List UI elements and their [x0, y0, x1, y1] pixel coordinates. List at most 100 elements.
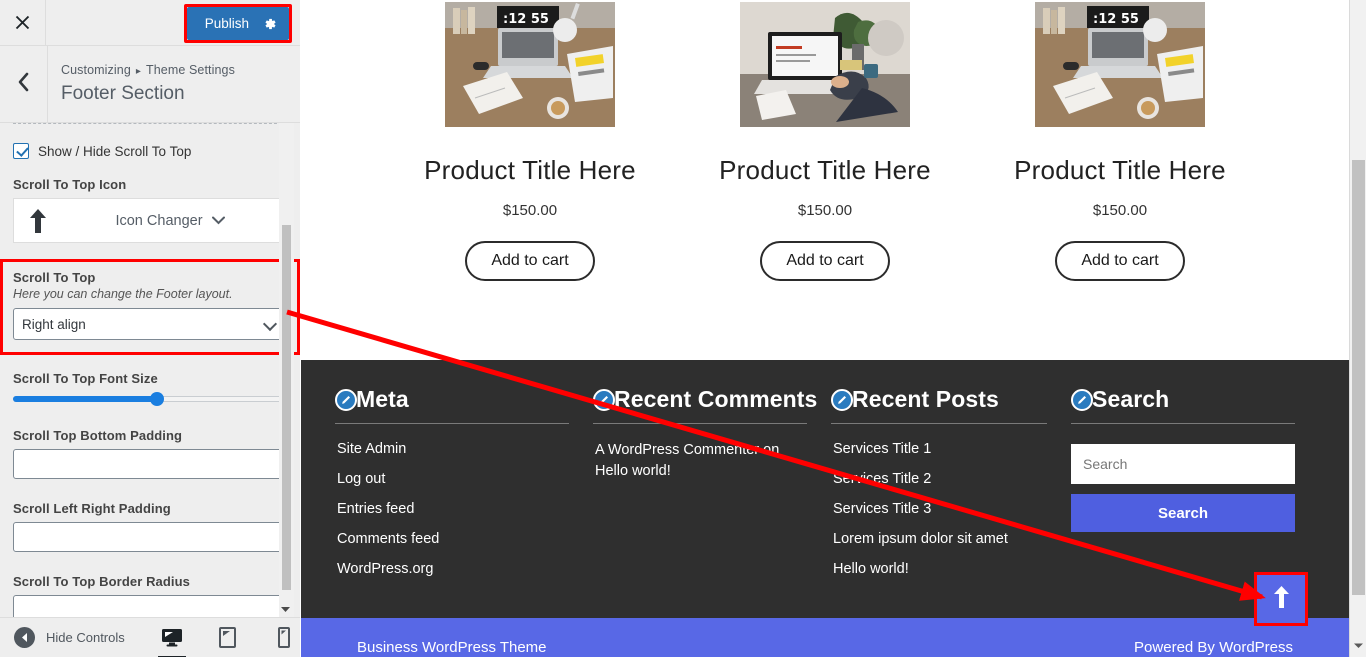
publish-button-label: Publish — [204, 16, 249, 31]
scroll-to-top-layout-select-wrap: Right align — [13, 308, 287, 340]
widget-title-row: Search — [1071, 386, 1295, 413]
breadcrumb-root[interactable]: Customizing — [61, 63, 131, 77]
product-title[interactable]: Product Title Here — [993, 155, 1248, 185]
show-hide-checkbox[interactable] — [13, 143, 29, 159]
svg-text::12 55: :12 55 — [503, 12, 549, 27]
bottom-bar-right-text: Powered By WordPress — [1134, 639, 1293, 656]
list-item: Log out — [337, 470, 569, 488]
scroll-down-arrow-icon[interactable] — [280, 602, 291, 613]
control-divider — [13, 123, 287, 131]
edit-pencil-icon[interactable] — [1071, 388, 1093, 411]
recent-post-link[interactable]: Services Title 3 — [833, 501, 931, 517]
site-bottom-bar: Business WordPress Theme Powered By Word… — [301, 618, 1349, 657]
control-scroll-to-top-icon: Scroll To Top Icon Icon Changer — [13, 177, 287, 243]
product-title[interactable]: Product Title Here — [403, 155, 658, 185]
hide-controls-button[interactable]: Hide Controls — [0, 627, 125, 648]
recent-posts-list: Services Title 1 Services Title 2 Servic… — [831, 440, 1047, 578]
product-image — [740, 2, 910, 127]
gear-icon[interactable] — [263, 17, 277, 31]
recent-post-link[interactable]: Services Title 1 — [833, 441, 931, 457]
product-price: $150.00 — [1092, 202, 1148, 220]
add-to-cart-button[interactable]: Add to cart — [1055, 241, 1185, 282]
widget-title: Recent Comments — [614, 386, 818, 412]
sidebar-scrollbar[interactable] — [279, 123, 294, 617]
scroll-to-top-layout-description: Here you can change the Footer layout. — [13, 287, 233, 301]
widget-divider — [593, 423, 807, 424]
scroll-top-bottom-padding-input[interactable] — [13, 449, 287, 479]
close-customizer-button[interactable] — [0, 0, 46, 45]
edit-pencil-icon[interactable] — [593, 388, 615, 411]
widget-divider — [1071, 423, 1295, 424]
recent-post-link[interactable]: Services Title 2 — [833, 471, 931, 487]
recent-post-link[interactable]: Hello world! — [833, 561, 909, 577]
preview-scrollbar-thumb[interactable] — [1352, 160, 1365, 595]
scroll-to-top-icon-label: Scroll To Top Icon — [13, 177, 127, 192]
meta-link[interactable]: Log out — [337, 471, 385, 487]
footer-widget-recent-posts: Recent Posts Services Title 1 Services T… — [819, 386, 1059, 590]
icon-changer-text: Icon Changer — [68, 213, 272, 229]
scroll-to-top-layout-highlight-box: Scroll To Top Here you can change the Fo… — [0, 259, 300, 355]
add-to-cart-button[interactable]: Add to cart — [760, 241, 890, 282]
control-scroll-left-right-padding: Scroll Left Right Padding — [13, 501, 287, 552]
meta-link[interactable]: Comments feed — [337, 531, 439, 547]
meta-link[interactable]: WordPress.org — [337, 561, 433, 577]
list-item: WordPress.org — [337, 560, 569, 578]
preview-scrollbar[interactable] — [1349, 0, 1366, 657]
panel-header: Customizing ▸ Theme Settings Footer Sectio… — [0, 46, 300, 123]
edit-pencil-icon[interactable] — [831, 388, 853, 411]
search-input[interactable] — [1071, 444, 1295, 484]
scroll-to-top-font-size-label: Scroll To Top Font Size — [13, 371, 158, 386]
list-item: Comments feed — [337, 530, 569, 548]
scroll-to-top-border-radius-label: Scroll To Top Border Radius — [13, 574, 191, 589]
publish-button[interactable]: Publish — [186, 7, 289, 40]
tablet-preview-icon[interactable] — [215, 625, 241, 651]
scroll-to-top-border-radius-input[interactable] — [13, 595, 287, 617]
control-scroll-to-top-border-radius: Scroll To Top Border Radius — [13, 574, 287, 617]
product-grid: :12 55 Product Title Here $150.00 Add to… — [301, 0, 1349, 282]
edit-pencil-icon[interactable] — [335, 388, 357, 411]
scroll-to-top-layout-label: Scroll To Top — [13, 270, 96, 285]
font-size-slider[interactable] — [13, 392, 287, 406]
widget-title-row: Recent Comments — [593, 386, 817, 413]
meta-link[interactable]: Entries feed — [337, 501, 414, 517]
meta-link[interactable]: Site Admin — [337, 441, 406, 457]
recent-comment-item[interactable]: A WordPress Commenter on Hello world! — [593, 440, 807, 482]
search-button[interactable]: Search — [1071, 494, 1295, 532]
control-show-hide-scroll-to-top[interactable]: Show / Hide Scroll To Top — [13, 143, 287, 159]
control-scroll-top-bottom-padding: Scroll Top Bottom Padding — [13, 428, 287, 479]
sidebar-scrollbar-thumb[interactable] — [282, 225, 291, 590]
product-title[interactable]: Product Title Here — [698, 155, 953, 185]
device-preview-switcher — [157, 625, 297, 657]
list-item: Site Admin — [337, 440, 569, 458]
product-image: :12 55 — [445, 2, 615, 127]
scroll-left-right-padding-input[interactable] — [13, 522, 287, 552]
scroll-left-right-padding-label: Scroll Left Right Padding — [13, 501, 171, 516]
breadcrumb-parent[interactable]: Theme Settings — [146, 63, 235, 77]
collapse-icon — [14, 627, 35, 648]
add-to-cart-button[interactable]: Add to cart — [465, 241, 595, 282]
product-card: :12 55 Product Title Here $150.00 Add to… — [993, 2, 1248, 282]
widget-divider — [335, 423, 569, 424]
customizer-sidebar: Publish Customizing ▸ Theme Settings Foo… — [0, 0, 300, 657]
publish-highlight-box: Publish — [183, 4, 292, 43]
icon-changer-label: Icon Changer — [115, 212, 203, 229]
footer-widget-meta: Meta Site Admin Log out Entries feed Com… — [323, 386, 581, 590]
control-scroll-to-top-font-size: Scroll To Top Font Size — [13, 371, 287, 406]
list-item: Services Title 2 — [833, 470, 1047, 488]
scroll-down-arrow-icon[interactable] — [1353, 638, 1364, 649]
icon-changer-picker[interactable]: Icon Changer — [13, 198, 287, 243]
customizer-header-bar: Publish — [0, 0, 300, 46]
desktop-preview-icon[interactable] — [157, 625, 186, 657]
product-image: :12 55 — [1035, 2, 1205, 127]
panel-back-button[interactable] — [0, 46, 48, 122]
scroll-to-top-button[interactable] — [1257, 575, 1305, 623]
mobile-preview-icon[interactable] — [271, 625, 297, 651]
slider-fill — [13, 396, 156, 402]
scroll-to-top-layout-select[interactable]: Right align — [13, 308, 287, 340]
controls-scroll-region[interactable]: Show / Hide Scroll To Top Scroll To Top … — [0, 123, 300, 617]
slider-thumb[interactable] — [150, 392, 164, 406]
widget-title: Meta — [356, 386, 409, 412]
product-card: Product Title Here $150.00 Add to cart — [698, 2, 953, 282]
recent-post-link[interactable]: Lorem ipsum dolor sit amet — [833, 531, 1008, 547]
scroll-top-bottom-padding-label: Scroll Top Bottom Padding — [13, 428, 183, 443]
